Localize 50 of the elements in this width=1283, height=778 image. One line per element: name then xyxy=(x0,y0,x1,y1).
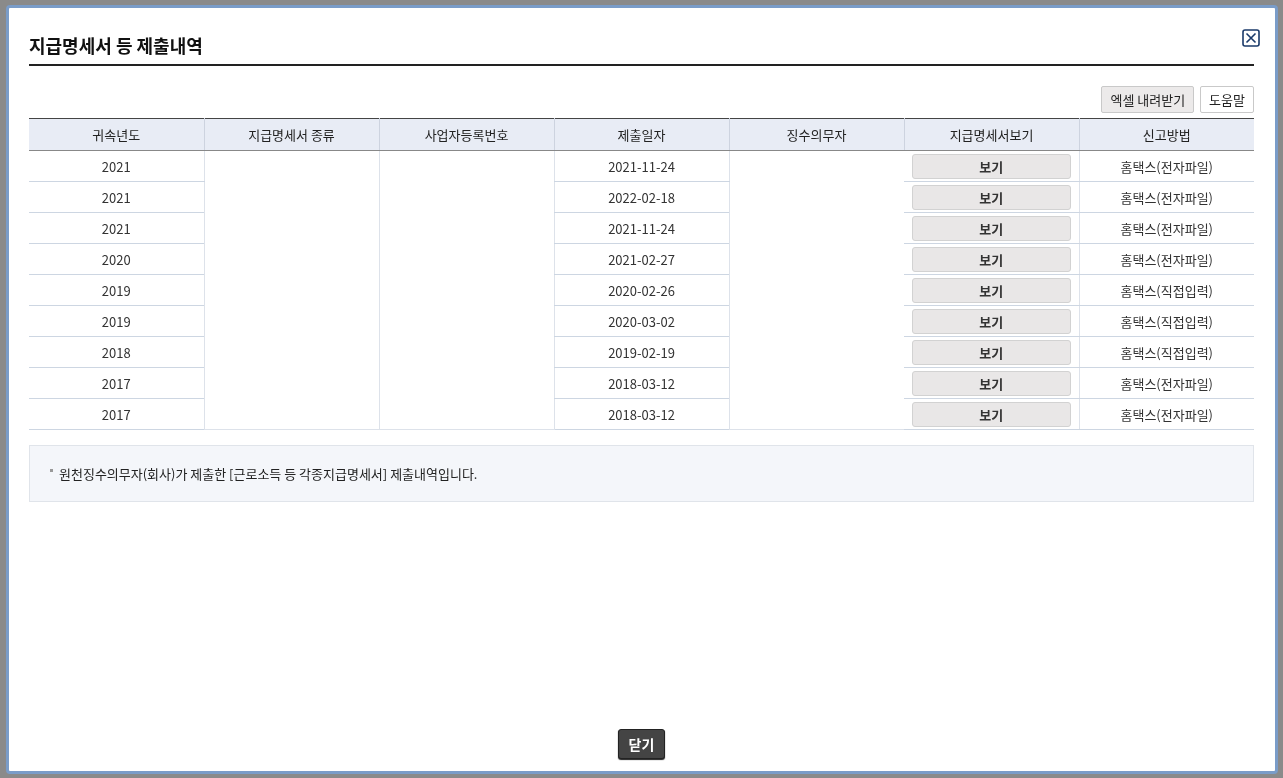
table-cell: 2018 xyxy=(29,336,204,368)
table-cell: 2020 xyxy=(29,243,204,275)
view-button[interactable]: 보기 xyxy=(912,215,1071,241)
table-cell: 2021 xyxy=(29,212,204,244)
toolbar-button[interactable]: 도움말 xyxy=(1200,86,1254,113)
view-button[interactable]: 보기 xyxy=(912,401,1071,427)
table-cell: 홈택스(직접입력) xyxy=(1079,336,1254,368)
view-button[interactable]: 보기 xyxy=(912,184,1071,210)
close-icon[interactable] xyxy=(1242,29,1260,47)
dialog-title: 지급명세서 등 제출내역 xyxy=(29,32,203,58)
note-text: 원천징수의무자(회사)가 제출한 [근로소득 등 각종지급명세서] 제출내역입니다. xyxy=(59,464,478,483)
view-button[interactable]: 보기 xyxy=(912,370,1071,396)
column-header: 제출일자 xyxy=(554,118,729,151)
close-button[interactable]: 닫기 xyxy=(617,729,666,759)
table-cell: 2021-11-24 xyxy=(554,150,729,182)
table-cell: 2021 xyxy=(29,150,204,182)
bullet-icon xyxy=(50,469,53,472)
column-header: 신고방법 xyxy=(1079,118,1254,151)
table-cell: 홈택스(전자파일) xyxy=(1079,243,1254,275)
table-cell: 홈택스(직접입력) xyxy=(1079,274,1254,306)
view-button[interactable]: 보기 xyxy=(912,153,1071,179)
table-cell: 2020-03-02 xyxy=(554,305,729,337)
view-button[interactable]: 보기 xyxy=(912,308,1071,334)
table-cell: 2020-02-26 xyxy=(554,274,729,306)
table-cell: 홈택스(전자파일) xyxy=(1079,150,1254,182)
table-cell: 2018-03-12 xyxy=(554,367,729,399)
column-header: 징수의무자 xyxy=(729,118,904,151)
table-cell: 2017 xyxy=(29,398,204,430)
view-button[interactable]: 보기 xyxy=(912,339,1071,365)
column-header: 지급명세서보기 xyxy=(904,118,1079,151)
column-header: 귀속년도 xyxy=(29,118,204,151)
table-cell: 2017 xyxy=(29,367,204,399)
table-cell: 2019 xyxy=(29,305,204,337)
table-cell: 2018-03-12 xyxy=(554,398,729,430)
table-cell: 홈택스(직접입력) xyxy=(1079,305,1254,337)
table-cell: 2021 xyxy=(29,181,204,213)
table-cell: 2021-02-27 xyxy=(554,243,729,275)
column-header: 사업자등록번호 xyxy=(379,118,554,151)
view-button[interactable]: 보기 xyxy=(912,277,1071,303)
table-cell: 2021-11-24 xyxy=(554,212,729,244)
table-cell: 홈택스(전자파일) xyxy=(1079,181,1254,213)
table-cell: 홈택스(전자파일) xyxy=(1079,398,1254,430)
table-cell: 2019 xyxy=(29,274,204,306)
toolbar-button[interactable]: 엑셀 내려받기 xyxy=(1101,86,1195,113)
table-cell: 홈택스(전자파일) xyxy=(1079,212,1254,244)
column-header: 지급명세서 종류 xyxy=(204,118,379,151)
view-button[interactable]: 보기 xyxy=(912,246,1071,272)
table-cell: 2022-02-18 xyxy=(554,181,729,213)
table-cell: 홈택스(전자파일) xyxy=(1079,367,1254,399)
table-cell: 2019-02-19 xyxy=(554,336,729,368)
